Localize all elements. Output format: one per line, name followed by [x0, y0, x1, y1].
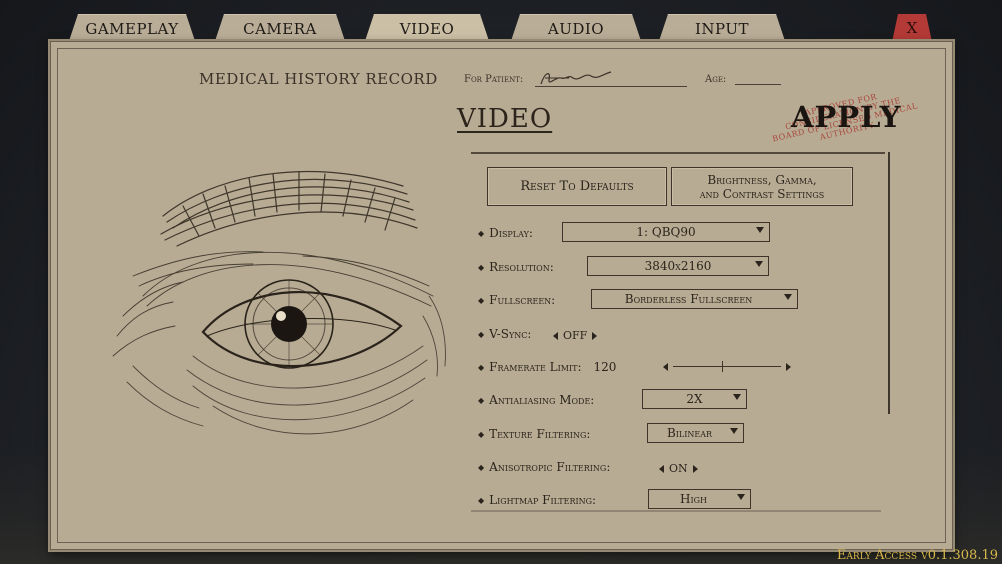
resolution-value: 3840x2160	[644, 259, 712, 273]
tab-bar: GAMEPLAY CAMERA VIDEO AUDIO INPUT X	[68, 14, 948, 44]
patient-label: For Patient:	[464, 74, 524, 85]
bgc-line1: Brightness, Gamma,	[707, 172, 817, 187]
vsync-toggle[interactable]: OFF	[553, 329, 598, 342]
bullet-icon: ◆	[478, 395, 485, 405]
display-dropdown[interactable]: 1: QBQ90	[562, 222, 770, 242]
antialiasing-value: 2X	[686, 392, 703, 406]
vsync-row: ◆ V-Sync:	[478, 323, 531, 345]
vsync-value: OFF	[563, 329, 588, 342]
bgc-line2: and Contrast Settings	[699, 186, 825, 201]
settings-paper: MEDICAL HISTORY RECORD For Patient: Age:…	[50, 41, 953, 550]
lightmap-row: ◆ Lightmap Filtering:	[478, 489, 596, 511]
arrow-right-icon[interactable]	[592, 331, 598, 340]
anisotropic-label: Anisotropic Filtering:	[489, 460, 611, 474]
chevron-down-icon	[733, 394, 741, 400]
panel-top-rule	[471, 152, 885, 154]
lightmap-dropdown[interactable]: High	[648, 489, 751, 509]
version-label: Early Access v0.1.308.19	[836, 548, 998, 563]
texture-label: Texture Filtering:	[489, 427, 591, 441]
bullet-icon: ◆	[478, 462, 485, 472]
antialiasing-dropdown[interactable]: 2X	[642, 389, 747, 409]
eye-illustration	[112, 171, 446, 435]
chevron-down-icon	[730, 428, 738, 434]
bullet-icon: ◆	[478, 262, 485, 272]
fullscreen-row: ◆ Fullscreen:	[478, 289, 555, 311]
bullet-icon: ◆	[478, 429, 485, 439]
signature-icon	[540, 71, 612, 85]
framerate-value: 120	[593, 360, 617, 374]
patient-line	[535, 86, 687, 87]
chevron-down-icon	[737, 494, 745, 500]
arrow-left-icon[interactable]	[553, 331, 558, 340]
apply-button[interactable]: APPLY	[791, 100, 901, 134]
tab-audio[interactable]: AUDIO	[510, 14, 642, 44]
vsync-label: V-Sync:	[489, 327, 532, 341]
slider-thumb[interactable]	[722, 361, 723, 372]
tab-camera[interactable]: CAMERA	[214, 14, 346, 44]
page-title: VIDEO	[457, 104, 553, 134]
resolution-dropdown[interactable]: 3840x2160	[587, 256, 769, 276]
bullet-icon: ◆	[478, 362, 485, 372]
bullet-icon: ◆	[478, 495, 485, 505]
resolution-row: ◆ Resolution:	[478, 256, 554, 278]
fullscreen-dropdown[interactable]: Borderless Fullscreen	[591, 289, 798, 309]
bullet-icon: ◆	[478, 295, 485, 305]
chevron-down-icon	[756, 227, 764, 233]
chevron-down-icon	[755, 261, 763, 267]
slider-track	[673, 366, 781, 367]
display-row: ◆ Display:	[478, 222, 533, 244]
arrow-right-icon[interactable]	[786, 363, 791, 371]
close-button[interactable]: X	[892, 14, 932, 42]
tab-input[interactable]: INPUT	[658, 14, 786, 44]
lightmap-value: High	[680, 492, 707, 506]
resolution-label: Resolution:	[489, 260, 554, 274]
brightness-gamma-contrast-button[interactable]: Brightness, Gamma, and Contrast Settings	[671, 167, 853, 206]
framerate-row: ◆ Framerate Limit: 120	[478, 356, 616, 378]
texture-dropdown[interactable]: Bilinear	[647, 423, 744, 443]
fullscreen-value: Borderless Fullscreen	[624, 292, 753, 306]
display-label: Display:	[489, 226, 533, 240]
anisotropic-toggle[interactable]: ON	[659, 462, 698, 475]
framerate-label: Framerate Limit:	[489, 360, 582, 374]
lightmap-label: Lightmap Filtering:	[489, 493, 597, 507]
arrow-left-icon[interactable]	[663, 363, 668, 371]
anisotropic-value: ON	[669, 462, 688, 475]
age-label: Age:	[705, 74, 727, 85]
settings-scrollbar[interactable]	[888, 152, 890, 414]
antialiasing-row: ◆ Antialiasing Mode:	[478, 389, 594, 411]
fullscreen-label: Fullscreen:	[489, 293, 556, 307]
anisotropic-row: ◆ Anisotropic Filtering:	[478, 456, 610, 478]
bullet-icon: ◆	[478, 329, 485, 339]
arrow-left-icon[interactable]	[659, 464, 664, 473]
antialiasing-label: Antialiasing Mode:	[489, 393, 595, 407]
tab-video[interactable]: VIDEO	[364, 14, 490, 44]
display-value: 1: QBQ90	[636, 225, 696, 239]
arrow-right-icon[interactable]	[692, 464, 698, 473]
tab-gameplay[interactable]: GAMEPLAY	[68, 14, 196, 44]
reset-defaults-button[interactable]: Reset To Defaults	[487, 167, 667, 206]
record-title: MEDICAL HISTORY RECORD	[199, 70, 438, 88]
chevron-down-icon	[784, 294, 792, 300]
texture-row: ◆ Texture Filtering:	[478, 423, 590, 445]
texture-value: Bilinear	[666, 426, 713, 440]
bullet-icon: ◆	[478, 228, 485, 238]
framerate-slider[interactable]	[663, 360, 791, 374]
age-line	[735, 84, 781, 85]
